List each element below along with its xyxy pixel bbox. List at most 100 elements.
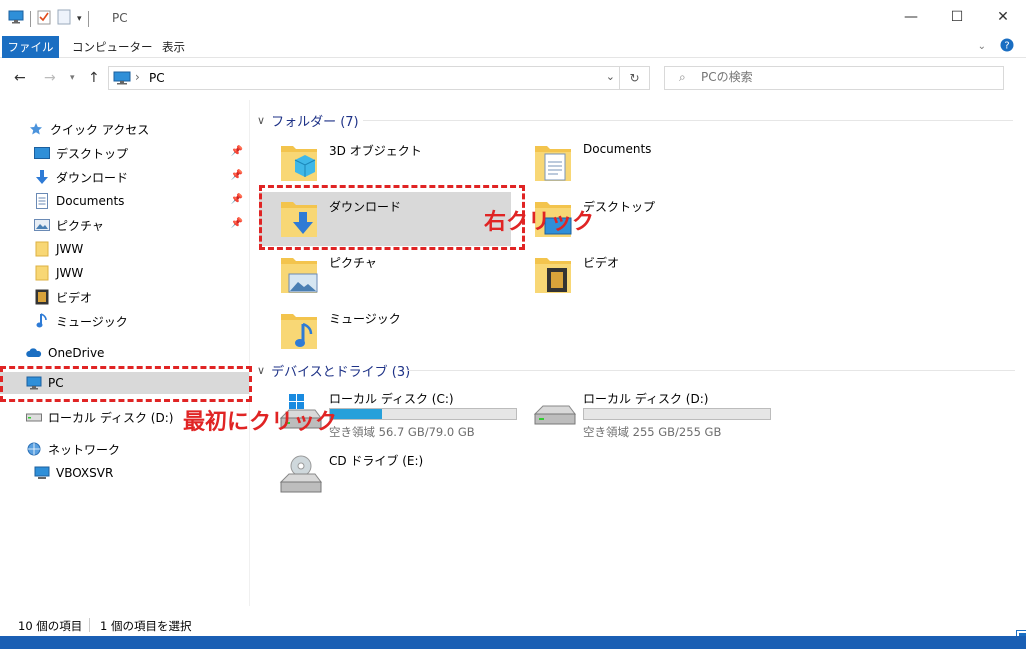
tab-view[interactable]: 表示 [150,36,197,58]
folder-tile[interactable]: Documents [513,136,765,190]
close-button[interactable]: ✕ [980,0,1026,34]
quick-access-toolbar: ▾ [8,9,89,28]
help-icon[interactable]: ? [1000,38,1014,55]
window-title: PC [112,11,128,25]
3d-objects-folder-icon [277,140,321,186]
pin-icon[interactable]: 📌 [231,194,243,205]
sidebar-item-documents[interactable]: Documents 📌 [0,190,249,212]
sidebar-item-label: JWW [56,242,84,256]
chevron-down-icon: ∨ [257,113,266,127]
sidebar-item-label: Documents [56,194,125,208]
chevron-down-icon[interactable]: ⌄ [606,70,615,83]
folder-tile[interactable]: ミュージック [259,304,511,358]
pin-icon[interactable]: 📌 [231,170,243,181]
sidebar-item-downloads[interactable]: ダウンロード 📌 [0,166,249,188]
selection-count: 1 個の項目を選択 [100,619,192,633]
group-title: フォルダー (7) [271,114,359,130]
minimize-button[interactable]: — [888,0,934,34]
drive-free-space: 空き領域 255 GB/255 GB [583,425,722,439]
folder-icon [34,265,50,281]
svg-text:?: ? [1004,41,1009,52]
drive-usage-fill [330,409,383,419]
sidebar-item-quick-access[interactable]: クイック アクセス [0,118,249,140]
videos-folder-icon [531,252,575,298]
annotation-first-click: 最初にクリック [183,410,338,435]
document-icon [34,193,50,209]
divider [89,618,90,632]
group-header-folders[interactable]: ∨ フォルダー (7) [257,110,1017,130]
drive-usage-bar [583,408,771,420]
sidebar-item-onedrive[interactable]: OneDrive [0,342,249,364]
desktop-icon [34,145,50,161]
documents-folder-icon [531,140,575,186]
folder-tile[interactable]: ビデオ [513,248,765,302]
folder-name: ビデオ [583,256,620,270]
folder-tile[interactable]: ピクチャ [259,248,511,302]
navigation-bar: ← → ▾ ↑ › PC ⌄ ↻ ⌕ [0,58,1026,100]
group-title: デバイスとドライブ (3) [271,364,411,380]
sidebar-item-vboxsvr[interactable]: VBOXSVR [0,462,249,484]
sidebar-item-desktop[interactable]: デスクトップ 📌 [0,142,249,164]
annotation-box-pc [0,366,252,402]
tab-computer[interactable]: コンピューター [60,36,165,58]
pc-icon[interactable] [8,10,24,27]
refresh-button[interactable]: ↻ [620,66,650,90]
star-icon [28,121,44,137]
status-bar: 10 個の項目 1 個の項目を選択 [0,606,1026,642]
drive-usage-bar [329,408,517,420]
sidebar-item-network[interactable]: ネットワーク [0,438,249,460]
address-path[interactable]: PC [149,71,165,85]
pc-icon [113,71,131,88]
customize-toolbar-icon[interactable]: ▾ [77,14,82,24]
folder-name: ピクチャ [329,256,377,270]
network-icon [26,441,42,457]
search-box[interactable]: ⌕ [664,66,1004,90]
drive-icon [26,409,42,425]
folder-name: Documents [583,142,652,156]
forward-arrow-icon[interactable]: → [44,70,56,86]
back-arrow-icon[interactable]: ← [14,70,26,86]
pin-icon[interactable]: 📌 [231,218,243,229]
folder-icon [34,241,50,257]
expand-ribbon-icon[interactable]: ⌄ [978,41,986,52]
new-folder-icon[interactable] [57,9,71,28]
group-header-devices[interactable]: ∨ デバイスとドライブ (3) [257,360,1017,380]
sidebar-item-label: ダウンロード [56,170,129,185]
sidebar-item-label: VBOXSVR [56,466,114,480]
music-icon [34,313,50,329]
video-icon [34,289,50,305]
address-bar[interactable]: › PC ⌄ [108,66,620,90]
sidebar-item-videos[interactable]: ビデオ [0,286,249,308]
sidebar-item-label: ピクチャ [56,218,104,233]
chevron-down-icon: ∨ [257,363,266,377]
pin-icon[interactable]: 📌 [231,146,243,157]
recent-locations-icon[interactable]: ▾ [70,73,75,83]
sidebar-item-jww[interactable]: JWW [0,262,249,284]
drive-tile-e[interactable]: CD ドライブ (E:) [259,448,511,504]
navigation-pane: クイック アクセス デスクトップ 📌 ダウンロード 📌 Documents 📌 … [0,100,250,606]
toolbar-separator [87,10,89,27]
ribbon-tabs: ファイル コンピューター 表示 ⌄ ? [0,36,1026,58]
maximize-button[interactable]: ☐ [934,0,980,34]
divider [407,370,1015,371]
sidebar-item-label: デスクトップ [56,146,129,161]
sidebar-item-jww[interactable]: JWW [0,238,249,260]
properties-icon[interactable] [37,9,51,28]
sidebar-item-label: クイック アクセス [50,122,150,137]
cloud-icon [26,345,42,361]
refresh-icon: ↻ [629,71,640,85]
sidebar-item-label: ミュージック [56,314,128,329]
search-input[interactable] [701,70,991,84]
folder-tile[interactable]: 3D オブジェクト [259,136,511,190]
drive-tile-d[interactable]: ローカル ディスク (D:) 空き領域 255 GB/255 GB [513,386,771,442]
taskbar-strip [0,636,1026,649]
up-arrow-icon[interactable]: ↑ [88,70,100,86]
cd-drive-icon [277,454,323,494]
tab-file[interactable]: ファイル [2,36,59,58]
sidebar-item-pictures[interactable]: ピクチャ 📌 [0,214,249,236]
search-icon: ⌕ [679,70,686,84]
explorer-window: ▾ PC — ☐ ✕ ファイル コンピューター 表示 ⌄ ? ← → ▾ ↑ ›… [0,0,1026,649]
drive-free-space: 空き領域 56.7 GB/79.0 GB [329,425,475,439]
sidebar-item-music[interactable]: ミュージック [0,310,249,332]
chevron-right-icon[interactable]: › [135,70,140,84]
